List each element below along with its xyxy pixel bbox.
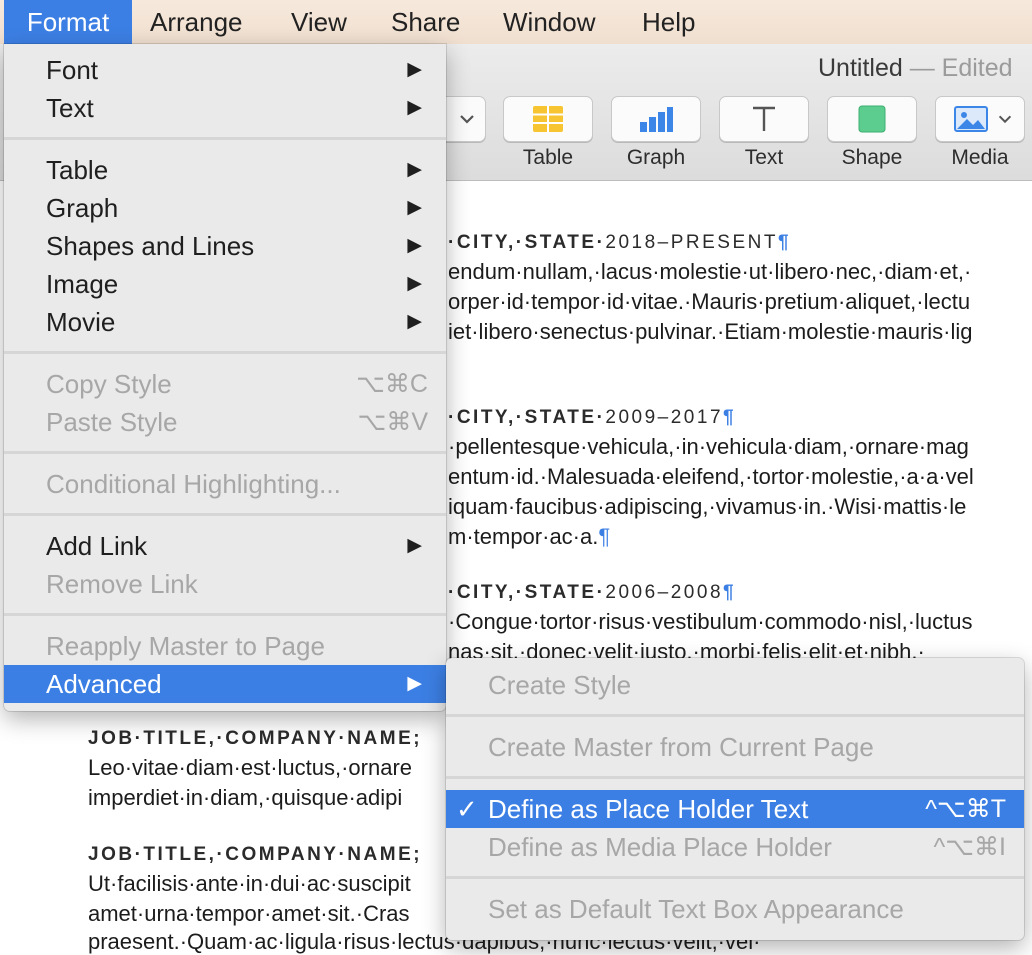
menu-item-font[interactable]: Font ▶ [4, 51, 446, 89]
menu-separator [446, 876, 1024, 879]
menu-separator [4, 513, 446, 516]
format-menu: Font ▶ Text ▶ Table ▶ Graph ▶ Shapes and Lin… [4, 44, 446, 711]
menu-bar: Format Arrange View Share Window Help [0, 0, 1032, 44]
menu-view[interactable]: View [291, 0, 347, 44]
body-text-line: Leo·vitae·diam·est·luctus,·ornare [88, 755, 413, 780]
submenu-arrow-icon: ▶ [407, 673, 422, 694]
body-text-line: entum·id.·Malesuada·eleifend,·tortor·mol… [448, 464, 974, 489]
submenu-arrow-icon: ▶ [407, 159, 422, 180]
body-text-line: ·Congue·tortor·risus·vestibulum·commodo·… [448, 609, 973, 634]
menu-separator [4, 613, 446, 616]
checkmark-icon: ✓ [456, 794, 478, 824]
menu-item-remove-link[interactable]: Remove Link [4, 565, 446, 603]
media-button-label: Media [951, 146, 1009, 169]
menu-item-table[interactable]: Table ▶ [4, 151, 446, 189]
shape-icon [858, 105, 886, 133]
job-heading: ·CITY,·STATE·2006–2008¶ [448, 582, 737, 603]
menu-item-define-placeholder-text[interactable]: ✓ Define as Place Holder Text ^⌥⌘T [446, 790, 1024, 828]
menu-item-reapply-master[interactable]: Reapply Master to Page [4, 627, 446, 665]
table-button-label: Table [522, 146, 574, 169]
shape-button-label: Shape [841, 146, 903, 169]
media-button[interactable] [935, 96, 1025, 142]
menu-item-add-link[interactable]: Add Link ▶ [4, 527, 446, 565]
text-button[interactable] [719, 96, 809, 142]
window-title: Untitled — Edited [818, 54, 1013, 83]
table-icon [533, 106, 563, 132]
submenu-arrow-icon: ▶ [407, 273, 422, 294]
menu-arrange[interactable]: Arrange [150, 0, 243, 44]
graph-icon [640, 107, 673, 132]
edited-indicator: Edited [941, 54, 1013, 82]
menu-separator [446, 776, 1024, 779]
menu-separator [446, 714, 1024, 717]
shortcut-label: ⌥⌘V [357, 408, 428, 436]
submenu-arrow-icon: ▶ [407, 197, 422, 218]
menu-item-text[interactable]: Text ▶ [4, 89, 446, 127]
body-text-line: iet·libero·senectus·pulvinar.·Etiam·mole… [448, 319, 973, 344]
submenu-arrow-icon: ▶ [407, 59, 422, 80]
job-heading: JOB·TITLE,·COMPANY·NAME; [88, 728, 423, 749]
body-text-line: m·tempor·ac·a.¶ [448, 524, 611, 549]
menu-help[interactable]: Help [642, 0, 695, 44]
menu-window[interactable]: Window [503, 0, 595, 44]
chevron-down-icon [460, 115, 474, 124]
menu-item-graph[interactable]: Graph ▶ [4, 189, 446, 227]
body-text-line: ·pellentesque·vehicula,·in·vehicula·diam… [448, 434, 969, 459]
body-text-line: imperdiet·in·diam,·quisque·adipi [88, 785, 403, 810]
menu-item-advanced[interactable]: Advanced ▶ [4, 665, 446, 703]
body-text-line: iquam·faucibus·adipiscing,·vivamus·in.·W… [448, 494, 967, 519]
shortcut-label: ^⌥⌘I [933, 833, 1007, 861]
graph-button[interactable] [611, 96, 701, 142]
body-text-line: amet·urna·tempor·amet·sit.·Cras [88, 901, 410, 926]
menu-item-image[interactable]: Image ▶ [4, 265, 446, 303]
submenu-arrow-icon: ▶ [407, 535, 422, 556]
body-text-line: endum·nullam,·lacus·molestie·ut·libero·n… [448, 259, 972, 284]
menu-share[interactable]: Share [391, 0, 460, 44]
menu-item-define-media-placeholder[interactable]: Define as Media Place Holder ^⌥⌘I [446, 828, 1024, 866]
body-text-line: orper·id·tempor·id·vitae.·Mauris·pretium… [448, 289, 971, 314]
menu-item-create-style[interactable]: Create Style [446, 666, 1024, 704]
table-button[interactable] [503, 96, 593, 142]
shortcut-label: ^⌥⌘T [925, 795, 1006, 823]
job-heading: ·CITY,·STATE·2009–2017¶ [448, 407, 737, 428]
menu-item-create-master[interactable]: Create Master from Current Page [446, 728, 1024, 766]
menu-separator [4, 137, 446, 140]
shape-button[interactable] [827, 96, 917, 142]
submenu-arrow-icon: ▶ [407, 235, 422, 256]
document-title: Untitled [818, 54, 903, 82]
graph-button-label: Graph [626, 146, 686, 169]
menu-item-conditional-highlighting[interactable]: Conditional Highlighting... [4, 465, 446, 503]
chevron-down-icon [998, 115, 1012, 124]
menu-item-movie[interactable]: Movie ▶ [4, 303, 446, 341]
edited-separator: — [909, 54, 935, 82]
job-heading: JOB·TITLE,·COMPANY·NAME; [88, 844, 423, 865]
menu-separator [4, 451, 446, 454]
text-button-label: Text [744, 146, 784, 169]
advanced-submenu: Create Style Create Master from Current … [446, 658, 1024, 940]
job-heading: ·CITY,·STATE·2018–PRESENT¶ [448, 232, 792, 253]
body-text-line: Ut·facilisis·ante·in·dui·ac·suscipit [88, 871, 411, 896]
shortcut-label: ⌥⌘C [356, 370, 428, 398]
submenu-arrow-icon: ▶ [407, 97, 422, 118]
menu-format[interactable]: Format [4, 0, 132, 44]
menu-item-paste-style[interactable]: Paste Style ⌥⌘V [4, 403, 446, 441]
text-icon [753, 106, 775, 131]
menu-item-set-default-textbox[interactable]: Set as Default Text Box Appearance [446, 890, 1024, 928]
submenu-arrow-icon: ▶ [407, 311, 422, 332]
menu-item-shapes-and-lines[interactable]: Shapes and Lines ▶ [4, 227, 446, 265]
menu-item-copy-style[interactable]: Copy Style ⌥⌘C [4, 365, 446, 403]
menu-separator [4, 351, 446, 354]
media-icon [954, 106, 988, 132]
